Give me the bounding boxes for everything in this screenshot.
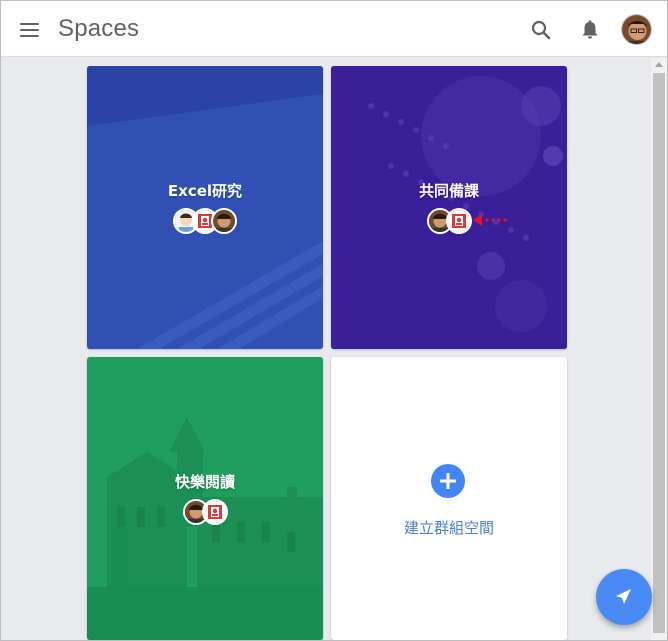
top-app-bar: Spaces [1,1,667,57]
space-title: Excel研究 [167,182,243,200]
app-window: Spaces Excel研究 共同備課 快樂閱讀 建立群組空間 [0,0,668,641]
create-space-label[interactable]: 建立群組空間 [331,517,567,538]
space-title: 快樂閱讀 [174,473,235,491]
scrollbar-thumb[interactable] [653,73,665,633]
space-title: 共同備課 [418,182,479,200]
user-avatar[interactable] [621,14,652,45]
member-avatars [427,208,472,234]
hamburger-menu-icon[interactable] [15,15,45,45]
app-title: Spaces [58,15,140,42]
bell-icon[interactable] [577,17,603,43]
red-dotted-arrow [473,214,507,226]
space-card-excel[interactable]: Excel研究 [87,66,323,349]
send-icon [616,589,631,604]
send-fab-button[interactable] [596,569,652,625]
vertical-scrollbar[interactable] [651,58,667,640]
member-avatars [183,499,228,525]
space-card-happy-reading[interactable]: 快樂閱讀 [87,357,323,640]
member-avatars [173,208,237,234]
member-avatar [211,208,237,234]
scroll-up-arrow-icon[interactable] [651,58,667,72]
space-card-co-prep[interactable]: 共同備課 [331,66,567,349]
create-space-card[interactable]: 建立群組空間 [331,357,567,640]
search-icon[interactable] [528,17,554,43]
member-avatar [202,499,228,525]
member-avatar [446,208,472,234]
plus-circle-icon[interactable] [431,464,465,498]
